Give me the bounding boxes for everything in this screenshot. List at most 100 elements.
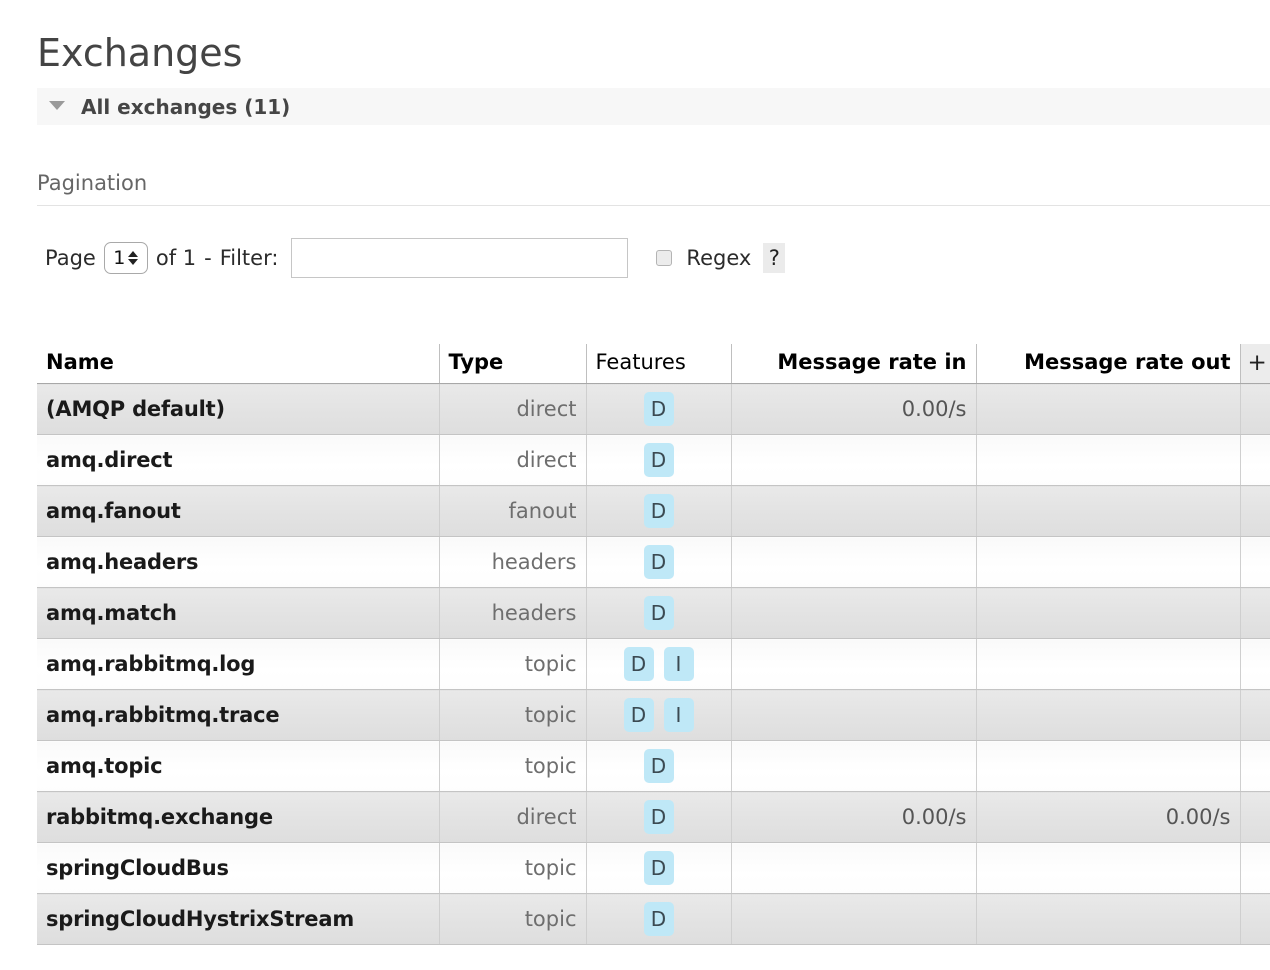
cell-exchange-name[interactable]: amq.rabbitmq.log (37, 638, 440, 690)
cell-exchange-type: topic (439, 638, 587, 690)
all-exchanges-section-header[interactable]: All exchanges (11) (37, 88, 1270, 125)
cell-spacer (1240, 587, 1270, 639)
cell-exchange-name[interactable]: rabbitmq.exchange (37, 791, 440, 843)
cell-exchange-name[interactable]: amq.topic (37, 740, 440, 792)
filter-input[interactable] (291, 238, 629, 278)
cell-spacer (1240, 383, 1270, 435)
cell-message-rate-out (976, 893, 1241, 945)
cell-message-rate-in (731, 587, 977, 639)
feature-badge-d[interactable]: D (643, 443, 674, 477)
cell-exchange-type: headers (439, 587, 587, 639)
table-row[interactable]: amq.topic topic D (37, 740, 1270, 792)
cell-exchange-type: direct (439, 383, 587, 435)
cell-spacer (1240, 689, 1270, 741)
cell-exchange-features: D (586, 383, 732, 435)
feature-badge-d[interactable]: D (623, 647, 654, 681)
regex-checkbox[interactable] (656, 250, 673, 266)
feature-badge-group: D (596, 537, 722, 587)
cell-exchange-name[interactable]: amq.headers (37, 536, 440, 588)
feature-badge-d[interactable]: D (643, 596, 674, 630)
regex-help-button[interactable]: ? (763, 243, 786, 273)
feature-badge-d[interactable]: D (643, 545, 674, 579)
pagination-separator: - (204, 246, 212, 270)
cell-exchange-features: D (586, 791, 732, 843)
table-row[interactable]: amq.direct direct D (37, 434, 1270, 486)
feature-badge-d[interactable]: D (643, 749, 674, 783)
cell-message-rate-in (731, 536, 977, 588)
pagination-heading: Pagination (37, 171, 148, 195)
cell-exchange-features: D (586, 536, 732, 588)
cell-message-rate-out (976, 383, 1241, 435)
cell-message-rate-in: 0.00/s (731, 383, 977, 435)
feature-badge-group: D (596, 843, 722, 893)
column-header-name[interactable]: Name (37, 344, 440, 384)
stepper-up-icon[interactable] (128, 251, 139, 257)
cell-message-rate-out (976, 638, 1241, 690)
cell-message-rate-in (731, 893, 977, 945)
cell-spacer (1240, 638, 1270, 690)
cell-exchange-type: direct (439, 791, 587, 843)
pagination-controls: Page 1 of 1 - Filter: Regex ? (45, 236, 786, 280)
table-row[interactable]: springCloudHystrixStream topic D (37, 893, 1270, 945)
table-row[interactable]: rabbitmq.exchange direct D 0.00/s 0.00/s (37, 791, 1270, 843)
cell-exchange-features: D (586, 893, 732, 945)
cell-message-rate-out (976, 689, 1241, 741)
exchanges-table: Name Type Features Message rate in Messa… (37, 344, 1270, 945)
cell-spacer (1240, 740, 1270, 792)
cell-message-rate-in (731, 638, 977, 690)
feature-badge-i[interactable]: I (663, 698, 694, 732)
table-row[interactable]: amq.rabbitmq.log topic D I (37, 638, 1270, 690)
page-number-value: 1 (113, 246, 126, 269)
cell-exchange-name[interactable]: springCloudHystrixStream (37, 893, 440, 945)
feature-badge-d[interactable]: D (643, 392, 674, 426)
feature-badge-group: D (596, 435, 722, 485)
cell-exchange-features: D (586, 434, 732, 486)
column-header-message-rate-in[interactable]: Message rate in (731, 344, 977, 384)
regex-label: Regex (686, 246, 752, 270)
add-column-button[interactable]: + (1240, 344, 1270, 384)
cell-spacer (1240, 434, 1270, 486)
page-stepper-arrows[interactable] (128, 251, 139, 265)
page-title: Exchanges (37, 31, 243, 75)
cell-exchange-features: D (586, 485, 732, 537)
stepper-down-icon[interactable] (128, 259, 139, 265)
all-exchanges-label: All exchanges (11) (81, 95, 291, 119)
table-row[interactable]: amq.fanout fanout D (37, 485, 1270, 537)
cell-exchange-name[interactable]: amq.fanout (37, 485, 440, 537)
cell-message-rate-out (976, 740, 1241, 792)
feature-badge-d[interactable]: D (643, 800, 674, 834)
column-header-type[interactable]: Type (439, 344, 587, 384)
feature-badge-d[interactable]: D (643, 902, 674, 936)
page-number-stepper[interactable]: 1 (103, 242, 148, 274)
cell-message-rate-in (731, 842, 977, 894)
table-row[interactable]: amq.rabbitmq.trace topic D I (37, 689, 1270, 741)
cell-exchange-type: topic (439, 893, 587, 945)
feature-badge-i[interactable]: I (663, 647, 694, 681)
table-row[interactable]: (AMQP default) direct D 0.00/s (37, 383, 1270, 435)
cell-message-rate-out (976, 842, 1241, 894)
triangle-down-icon[interactable] (49, 101, 65, 110)
exchanges-table-container: Name Type Features Message rate in Messa… (37, 344, 1270, 945)
cell-exchange-name[interactable]: amq.match (37, 587, 440, 639)
feature-badge-group: D (596, 741, 722, 791)
cell-spacer (1240, 536, 1270, 588)
feature-badge-d[interactable]: D (643, 851, 674, 885)
cell-exchange-type: topic (439, 689, 587, 741)
cell-exchange-name[interactable]: (AMQP default) (37, 383, 440, 435)
feature-badge-d[interactable]: D (643, 494, 674, 528)
table-row[interactable]: springCloudBus topic D (37, 842, 1270, 894)
cell-exchange-name[interactable]: amq.rabbitmq.trace (37, 689, 440, 741)
cell-exchange-name[interactable]: springCloudBus (37, 842, 440, 894)
table-row[interactable]: amq.headers headers D (37, 536, 1270, 588)
column-header-features: Features (586, 344, 732, 384)
cell-message-rate-in (731, 689, 977, 741)
cell-exchange-type: headers (439, 536, 587, 588)
cell-message-rate-in (731, 740, 977, 792)
feature-badge-d[interactable]: D (623, 698, 654, 732)
column-header-message-rate-out[interactable]: Message rate out (976, 344, 1241, 384)
cell-exchange-type: fanout (439, 485, 587, 537)
cell-exchange-name[interactable]: amq.direct (37, 434, 440, 486)
table-row[interactable]: amq.match headers D (37, 587, 1270, 639)
cell-exchange-features: D (586, 842, 732, 894)
feature-badge-group: D (596, 588, 722, 638)
